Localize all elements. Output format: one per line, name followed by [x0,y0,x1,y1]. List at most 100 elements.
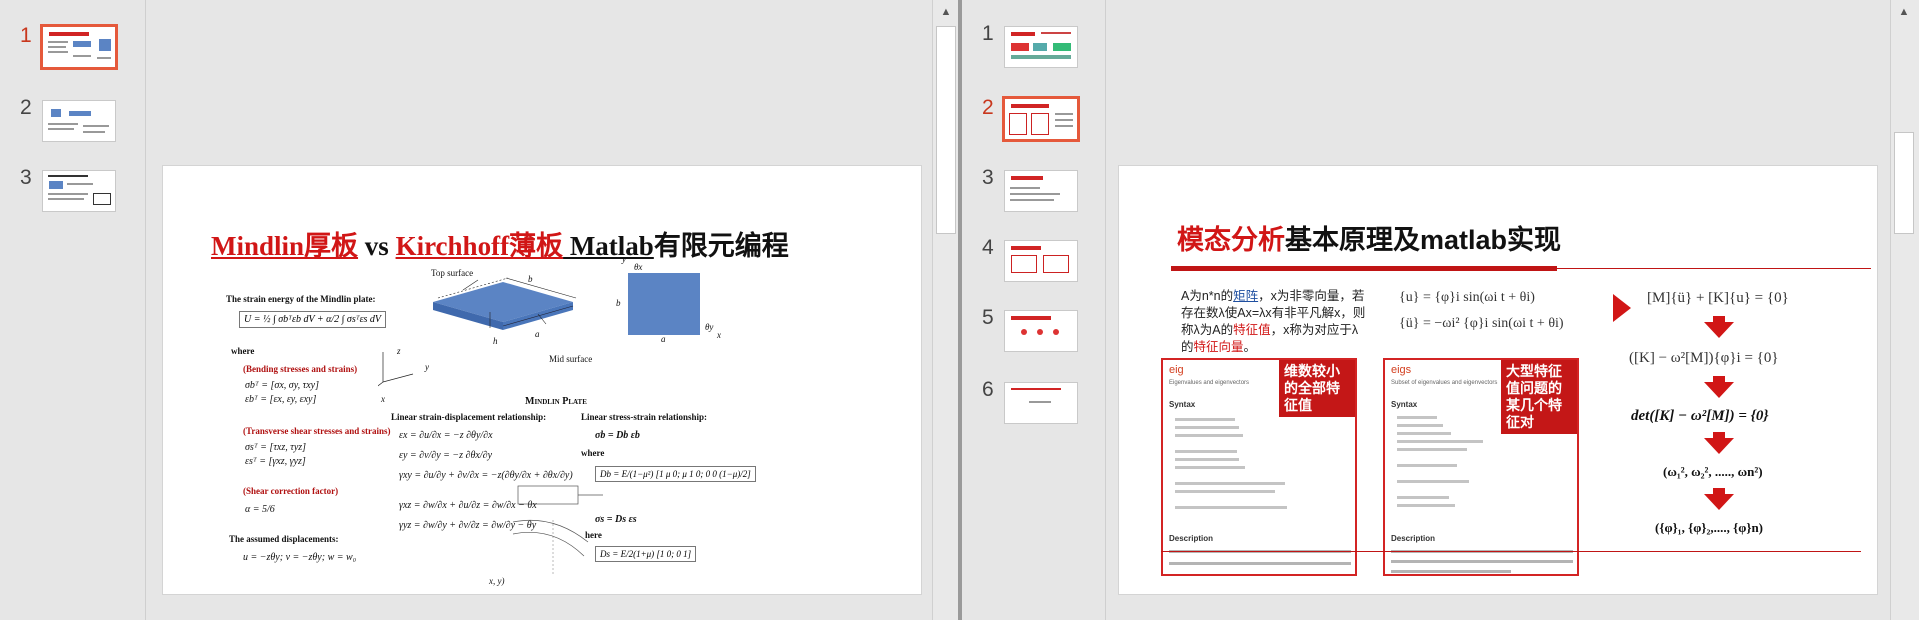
slide-mindlin-plate[interactable]: Mindlin厚板 vs Kirchhoff薄板 Matlab有限元编程 The… [162,165,922,595]
doc-syntax-heading: Syntax [1169,400,1196,409]
slide-thumbnail-pane[interactable]: 1 2 3 [0,0,146,620]
mid-surface-label: Mid surface [549,354,593,364]
slide-thumbnail-image[interactable] [1004,240,1078,282]
displacements-heading: The assumed displacements: [229,534,339,544]
eigenvalues-eq: (ω₁², ω₂², ....., ωn²) [1663,464,1763,479]
axis-y-label: y [425,362,429,372]
displacement-eq: {u} = {φ}i sin(ωi t + θi) [1399,290,1535,305]
linear-stress-heading: Linear stress-strain relationship: [581,412,708,422]
db-matrix-eq: Db = E/(1−μ²) [1 μ 0; μ 1 0; 0 0 (1−μ)/2… [595,466,756,482]
slide-title: Mindlin厚板 vs Kirchhoff薄板 Matlab有限元编程 [211,231,789,261]
plate-dim-h: h [493,336,498,346]
here-label: here [585,530,602,540]
alpha-eq: α = 5/6 [245,504,275,515]
scroll-up-arrow-icon[interactable]: ▲ [936,2,956,22]
plate-top-view [628,273,700,335]
slide-thumbnail-image[interactable] [1002,96,1080,142]
slide-number: 3 [20,166,32,189]
linear-strain-heading: Linear strain-displacement relationship: [391,412,547,422]
top-view-b-label: b [616,298,621,308]
plate-caption: Mindlin Plate [525,396,587,407]
eigenvectors-eq: ({φ}₁, {φ}₂,...., {φ}n) [1655,520,1764,535]
scroll-thumb[interactable] [1894,132,1914,234]
doc-function-name: eigs [1391,364,1412,376]
doc-function-summary: Eigenvalues and eigenvectors [1169,380,1250,386]
slide-editing-canvas[interactable]: Mindlin厚板 vs Kirchhoff薄板 Matlab有限元编程 The… [146,0,932,620]
shear-strain-eq: εsᵀ = [γxz, γyz] [245,456,306,467]
slide-thumbnail-image[interactable] [40,24,118,70]
bending-stress-eq: σbᵀ = [σx, σy, τxy] [245,380,319,391]
where-label: where [231,346,255,356]
right-powerpoint-window: 1 2 3 4 5 6 模态分析基本原理及matlab实现 A为n*n的矩阵，x… [962,0,1919,620]
slide-thumbnail-pane[interactable]: 1 2 3 [962,0,1106,620]
strain-eq-3: γxy = ∂u/∂y + ∂v/∂x = −z(∂θy/∂x + ∂θx/∂y… [399,470,573,481]
doc-syntax-heading: Syntax [1391,400,1418,409]
stress-eq-1: σb = Db εb [595,430,640,441]
strain-eq-2: εy = ∂v/∂y = −z ∂θx/∂y [399,450,493,461]
slide-thumbnail-image[interactable] [42,100,116,142]
down-arrow-icon [1704,322,1734,338]
doc-function-name: eig [1169,364,1184,376]
shear-label: (Transverse shear stresses and strains) [243,426,391,436]
left-powerpoint-window: 1 2 3 Mindlin厚板 vs Kirchhoff薄板 Matlab有限元… [0,0,960,620]
xy-label: x, y) [489,576,505,586]
matlab-eigs-doc-panel: eigs Subset of eigenvalues and eigenvect… [1383,358,1579,576]
matlab-eig-doc-panel: eig Eigenvalues and eigenvectors Syntax … [1161,358,1357,576]
down-arrow-icon [1704,438,1734,454]
down-arrow-icon [1704,494,1734,510]
vertical-scrollbar[interactable]: ▲ [932,0,958,620]
slide-thumbnail-image[interactable] [1004,170,1078,212]
slide-number: 4 [982,236,994,259]
top-surface-label: Top surface [431,268,474,278]
displacements-eq: u = −zθy; v = −zθy; w = w₀ [243,552,357,563]
top-view-a-label: a [661,334,666,344]
motion-eq: [M]{ü} + [K]{u} = {0} [1647,290,1789,306]
slide-thumbnail-image[interactable] [1004,26,1078,68]
theta-y-label: θy [705,322,714,332]
slide-title: 模态分析基本原理及matlab实现 [1177,225,1562,255]
eigs-annotation-tag: 大型特征值问题的某几个特征对 [1501,360,1577,434]
top-view-y-label: y [622,254,626,264]
doc-function-summary: Subset of eigenvalues and eigenvectors [1391,380,1498,386]
mindlin-plate-diagram [378,277,577,387]
eig-annotation-tag: 维数较小的全部特征值 [1279,360,1355,417]
plate-dim-b: b [528,274,533,284]
strain-eq-1: εx = ∂u/∂x = −z ∂θy/∂x [399,430,493,441]
doc-description-heading: Description [1169,534,1214,543]
bending-strain-eq: εbᵀ = [εx, εy, εxy] [245,394,317,405]
theta-x-label: θx [634,262,643,272]
slide-number: 6 [982,378,994,401]
determinant-eq: det([K] − ω²[M]) = {0} [1631,408,1769,424]
plate-dim-a: a [535,329,540,339]
stress-where-label: where [581,448,605,458]
right-arrow-icon [1613,294,1631,322]
slide-thumbnail-image[interactable] [1004,382,1078,424]
slide-number: 5 [982,306,994,329]
axis-z-label: z [397,346,401,356]
characteristic-eq: ([K] − ω²[M]){φ}i = {0} [1629,350,1779,366]
slide-number: 2 [20,96,32,119]
down-arrow-icon [1704,382,1734,398]
top-view-x-label: x [717,330,721,340]
vertical-scrollbar[interactable]: ▲ [1890,0,1919,620]
title-rule [1171,268,1871,269]
scroll-thumb[interactable] [936,26,956,234]
slide-thumbnail-image[interactable] [42,170,116,212]
shear-stress-eq: σsᵀ = [τxz, τyz] [245,442,307,453]
slide-thumbnail-image[interactable] [1004,310,1078,352]
bottom-rule [1161,551,1861,552]
stress-eq-2: σs = Ds εs [595,514,637,525]
energy-equation: U = ½ ∫ σbᵀεb dV + α/2 ∫ σsᵀεs dV [239,311,387,328]
slide-number: 1 [20,24,32,47]
bending-label: (Bending stresses and strains) [243,364,358,374]
scroll-up-arrow-icon[interactable]: ▲ [1894,2,1914,22]
acceleration-eq: {ü} = −ωi² {φ}i sin(ωi t + θi) [1399,316,1564,331]
slide-editing-canvas[interactable]: 模态分析基本原理及matlab实现 A为n*n的矩阵，x为非零向量，若存在数λ使… [1106,0,1878,620]
slide-number: 3 [982,166,994,189]
strain-energy-heading: The strain energy of the Mindlin plate: [226,294,376,304]
slide-modal-analysis[interactable]: 模态分析基本原理及matlab实现 A为n*n的矩阵，x为非零向量，若存在数λ使… [1118,165,1878,595]
slide-number: 1 [982,22,994,45]
axis-x-label: x [381,394,385,404]
eigen-definition-text: A为n*n的矩阵，x为非零向量，若存在数λ使Ax=λx有非平凡解x，则称λ为A的… [1181,289,1366,354]
doc-description-heading: Description [1391,534,1436,543]
